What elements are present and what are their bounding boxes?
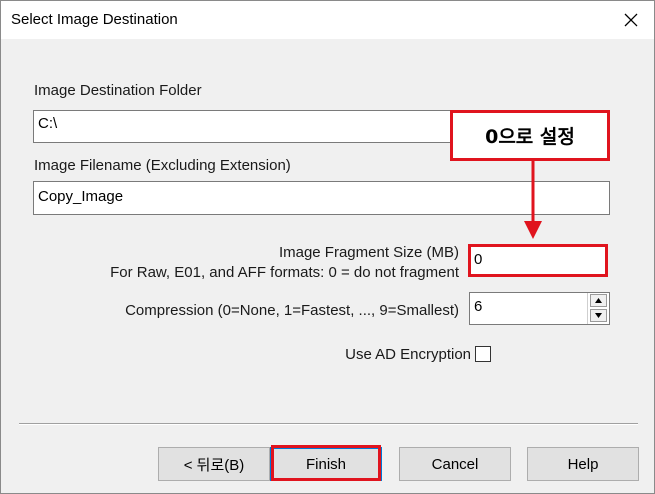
fragment-size-input[interactable]: 0 bbox=[469, 244, 608, 277]
close-button[interactable] bbox=[613, 5, 649, 35]
spin-down-button[interactable] bbox=[590, 309, 607, 322]
finish-button[interactable]: Finish bbox=[270, 447, 382, 481]
callout-box: 0으로 설정 bbox=[450, 110, 610, 161]
close-icon bbox=[624, 13, 638, 27]
filename-value: Copy_Image bbox=[38, 188, 124, 205]
fragment-size-hint: For Raw, E01, and AFF formats: 0 = do no… bbox=[110, 264, 459, 281]
folder-value: C:\ bbox=[38, 115, 58, 132]
compression-label: Compression (0=None, 1=Fastest, ..., 9=S… bbox=[125, 302, 459, 319]
fragment-size-value: 0 bbox=[474, 251, 483, 268]
window-title: Select Image Destination bbox=[11, 11, 178, 28]
separator bbox=[19, 423, 638, 425]
folder-label: Image Destination Folder bbox=[34, 82, 202, 99]
arrow-down-icon bbox=[524, 161, 542, 239]
compression-value: 6 bbox=[474, 298, 483, 315]
back-button[interactable]: < 뒤로(B) bbox=[158, 447, 270, 481]
spin-down-icon bbox=[595, 313, 602, 318]
title-bar: Select Image Destination bbox=[1, 1, 654, 39]
spin-up-button[interactable] bbox=[590, 294, 607, 307]
compression-spinner bbox=[587, 293, 608, 324]
filename-label: Image Filename (Excluding Extension) bbox=[34, 157, 291, 174]
spin-up-icon bbox=[595, 298, 602, 303]
callout-text: 0으로 설정 bbox=[485, 126, 575, 148]
cancel-button[interactable]: Cancel bbox=[399, 447, 511, 481]
help-button[interactable]: Help bbox=[527, 447, 639, 481]
fragment-size-label: Image Fragment Size (MB) bbox=[278, 244, 459, 261]
select-image-destination-dialog: Select Image Destination Image Destinati… bbox=[0, 0, 655, 494]
encryption-label: Use AD Encryption bbox=[345, 346, 471, 363]
encryption-checkbox[interactable] bbox=[475, 346, 491, 362]
